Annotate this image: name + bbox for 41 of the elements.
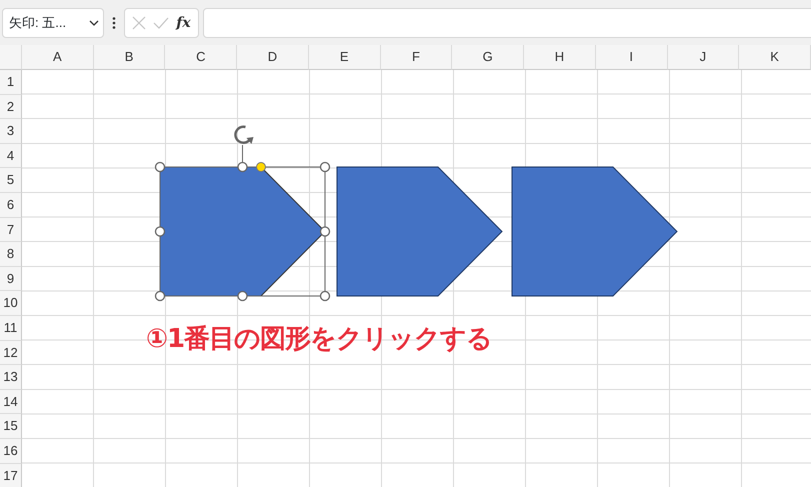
row-header[interactable]: 7 [0, 218, 22, 242]
rotate-handle-icon[interactable] [234, 126, 254, 144]
row-header[interactable]: 9 [0, 266, 22, 292]
row-header[interactable]: 6 [0, 192, 22, 218]
column-header[interactable]: K [739, 45, 811, 70]
row-header[interactable]: 15 [0, 414, 22, 439]
column-header[interactable]: I [596, 45, 668, 70]
adjust-handle[interactable] [256, 162, 266, 172]
annotation-text: ①1番目の図形をクリックする [146, 323, 492, 356]
row-header[interactable]: 12 [0, 340, 22, 366]
row-header[interactable]: 8 [0, 242, 22, 267]
row-header[interactable]: 10 [0, 291, 22, 316]
formula-field[interactable] [203, 8, 811, 38]
column-header[interactable]: G [452, 45, 524, 70]
column-header[interactable]: J [668, 45, 740, 70]
column-header[interactable]: H [524, 45, 596, 70]
column-header[interactable]: B [94, 45, 166, 70]
arrow-shape[interactable] [512, 166, 678, 296]
row-header[interactable]: 13 [0, 365, 22, 390]
row-header[interactable]: 5 [0, 168, 22, 193]
row-header[interactable]: 4 [0, 144, 22, 168]
row-header[interactable]: 16 [0, 438, 22, 464]
column-header[interactable]: E [308, 45, 381, 70]
insert-function-button[interactable]: fx [176, 12, 191, 34]
row-header[interactable]: 14 [0, 390, 22, 414]
name-box[interactable]: 矢印: 五... [2, 8, 104, 38]
column-header[interactable]: F [380, 45, 452, 70]
selection-frame[interactable] [154, 144, 330, 302]
chevron-down-icon[interactable] [89, 20, 99, 26]
row-header[interactable]: 1 [0, 70, 22, 95]
row-header[interactable]: 3 [0, 119, 22, 144]
row-header[interactable]: 11 [0, 316, 22, 341]
column-header[interactable]: A [22, 45, 94, 70]
name-box-value: 矢印: 五... [9, 14, 66, 32]
more-options-icon[interactable] [112, 17, 116, 29]
row-header[interactable]: 2 [0, 94, 22, 120]
row-header[interactable]: 17 [0, 464, 22, 487]
column-header[interactable]: D [237, 45, 309, 70]
column-header[interactable]: C [165, 45, 238, 70]
arrow-shape[interactable] [336, 166, 503, 296]
check-icon[interactable] [153, 17, 170, 29]
